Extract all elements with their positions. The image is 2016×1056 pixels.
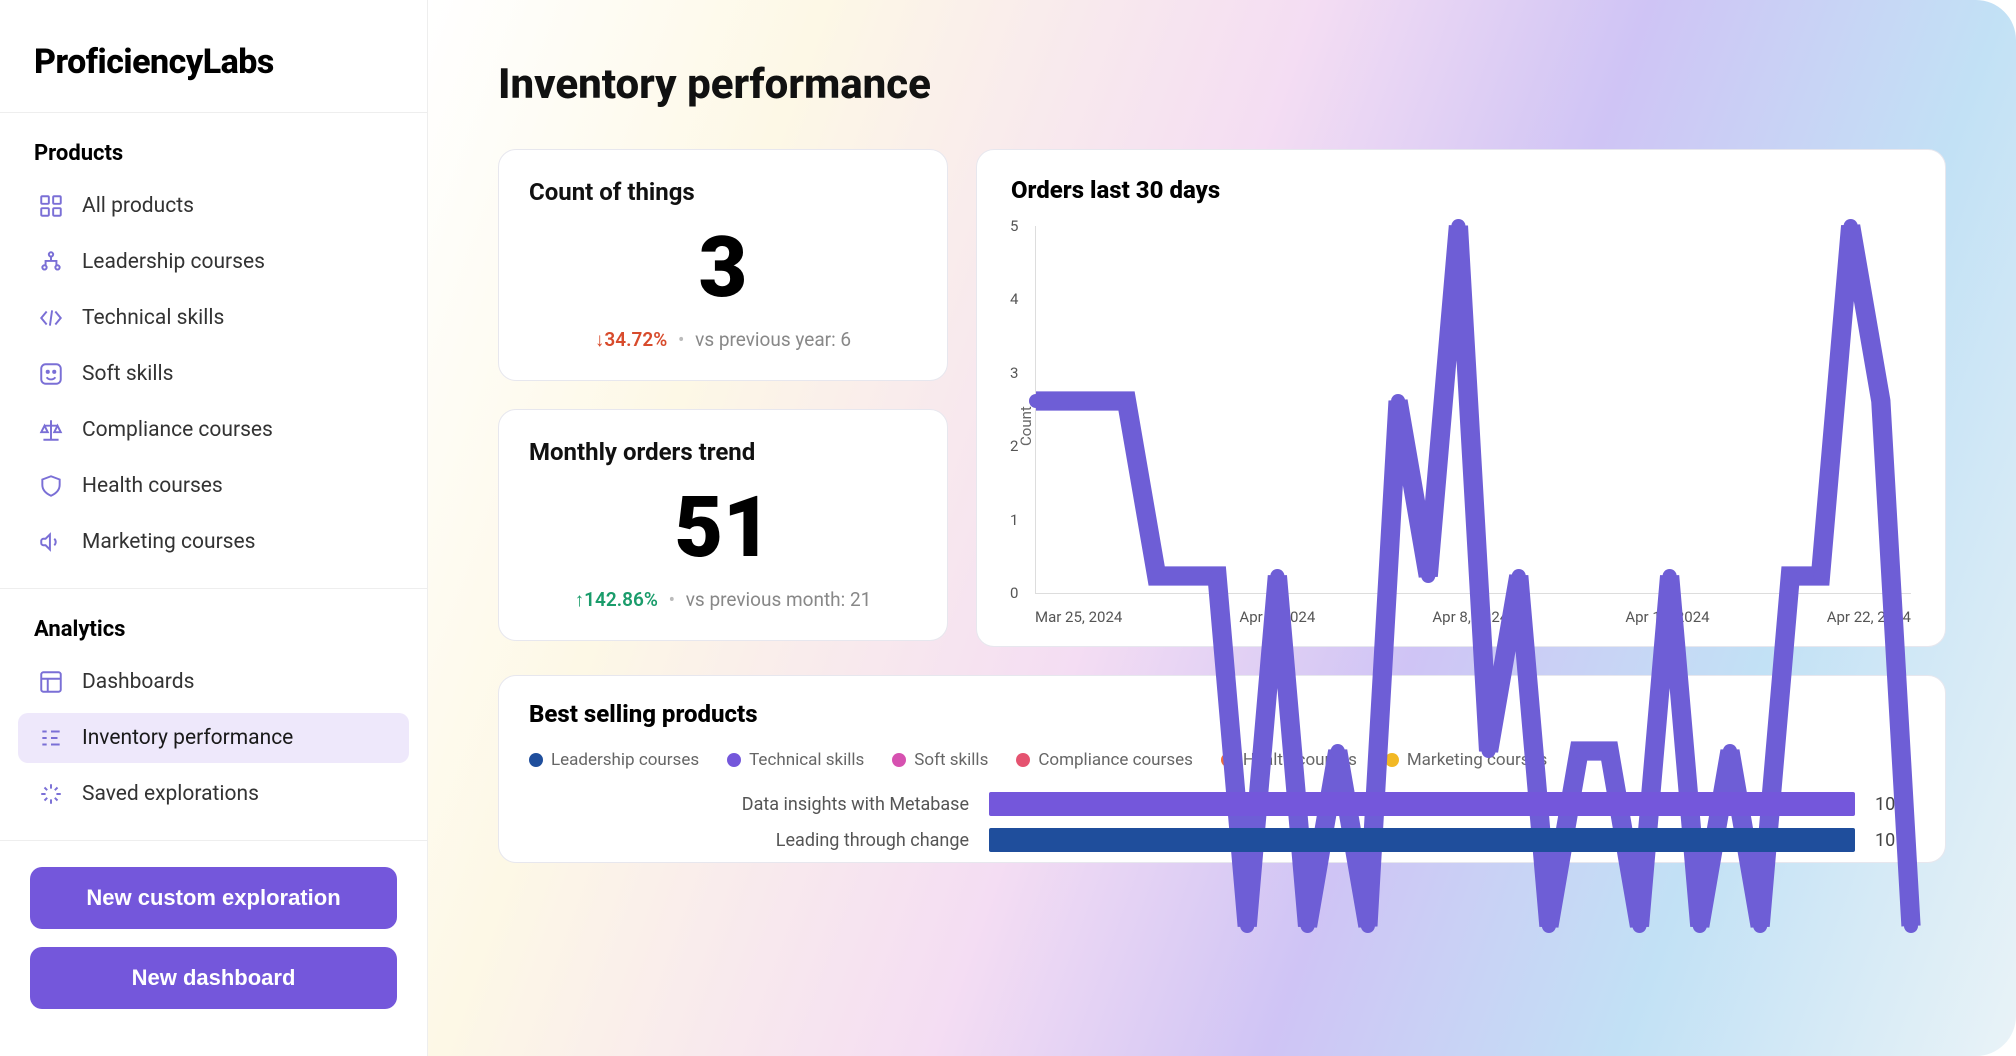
bar-value: 10 bbox=[1875, 794, 1915, 815]
megaphone-icon bbox=[36, 527, 66, 557]
y-tick: 5 bbox=[1010, 217, 1018, 235]
sidebar-item-all-products[interactable]: All products bbox=[18, 181, 409, 231]
bar-value: 10 bbox=[1875, 830, 1915, 851]
stat-title: Count of things bbox=[529, 178, 917, 206]
sidebar-item-marketing[interactable]: Marketing courses bbox=[18, 517, 409, 567]
line-points bbox=[1036, 226, 1911, 1056]
bar-track bbox=[989, 790, 1855, 818]
page-title: Inventory performance bbox=[498, 60, 1946, 109]
y-tick: 4 bbox=[1010, 290, 1018, 308]
bar-chart: Data insights with Metabase10Leading thr… bbox=[529, 790, 1915, 854]
stat-compare: vs previous month: 21 bbox=[686, 588, 872, 611]
main-content: Inventory performance Count of things 3 … bbox=[428, 0, 2016, 1056]
stat-subtext: ↑142.86% • vs previous month: 21 bbox=[529, 588, 917, 612]
app-root: ProficiencyLabs Products All products Le… bbox=[0, 0, 2016, 1056]
org-icon bbox=[36, 247, 66, 277]
arrow-up-icon: ↑ bbox=[575, 588, 585, 611]
sidebar-item-label: Compliance courses bbox=[82, 418, 273, 442]
sidebar-item-dashboards[interactable]: Dashboards bbox=[18, 657, 409, 707]
new-exploration-button[interactable]: New custom exploration bbox=[30, 867, 397, 929]
sidebar-item-inventory-performance[interactable]: Inventory performance bbox=[18, 713, 409, 763]
bar-track bbox=[989, 826, 1855, 854]
legend-item[interactable]: Soft skills bbox=[892, 750, 988, 770]
analytics-section-header: Analytics bbox=[0, 589, 427, 654]
grid-icon bbox=[36, 191, 66, 221]
bar-fill bbox=[989, 792, 1855, 816]
legend-label: Leadership courses bbox=[551, 750, 699, 770]
sidebar-item-soft-skills[interactable]: Soft skills bbox=[18, 349, 409, 399]
sidebar-item-label: Marketing courses bbox=[82, 530, 256, 554]
stat-delta: 34.72% bbox=[604, 328, 667, 351]
stat-delta: 142.86% bbox=[584, 588, 658, 611]
stat-value: 51 bbox=[529, 486, 917, 570]
bar-row: Leading through change 10 bbox=[529, 826, 1915, 854]
y-tick: 0 bbox=[1010, 584, 1018, 602]
sidebar-item-label: Leadership courses bbox=[82, 250, 265, 274]
arrow-down-icon: ↓ bbox=[595, 328, 605, 351]
sidebar-item-label: Soft skills bbox=[82, 362, 173, 386]
legend-label: Technical skills bbox=[749, 750, 864, 770]
legend-swatch bbox=[529, 753, 543, 767]
legend-swatch bbox=[1016, 753, 1030, 767]
brand-title: ProficiencyLabs bbox=[0, 28, 427, 112]
line-chart-plot: 0 1 2 3 4 5 bbox=[1035, 226, 1911, 594]
sidebar-item-leadership[interactable]: Leadership courses bbox=[18, 237, 409, 287]
sidebar-item-saved-explorations[interactable]: Saved explorations bbox=[18, 769, 409, 819]
legend-item[interactable]: Technical skills bbox=[727, 750, 864, 770]
legend-swatch bbox=[727, 753, 741, 767]
y-tick: 1 bbox=[1010, 511, 1018, 529]
stat-value: 3 bbox=[529, 226, 917, 310]
bar-label: Data insights with Metabase bbox=[529, 794, 969, 815]
scale-icon bbox=[36, 415, 66, 445]
sidebar-item-label: Dashboards bbox=[82, 670, 194, 694]
sidebar-item-label: Inventory performance bbox=[82, 726, 293, 750]
sidebar-item-technical[interactable]: Technical skills bbox=[18, 293, 409, 343]
y-tick: 2 bbox=[1010, 437, 1018, 455]
y-tick: 3 bbox=[1010, 364, 1018, 382]
stat-card-count: Count of things 3 ↓34.72% • vs previous … bbox=[498, 149, 948, 381]
layout-icon bbox=[36, 667, 66, 697]
stat-card-trend: Monthly orders trend 51 ↑142.86% • vs pr… bbox=[498, 409, 948, 641]
list-icon bbox=[36, 723, 66, 753]
sidebar-item-label: All products bbox=[82, 194, 194, 218]
bar-label: Leading through change bbox=[529, 830, 969, 851]
bar-fill bbox=[989, 828, 1855, 852]
legend-swatch bbox=[892, 753, 906, 767]
sidebar-item-label: Saved explorations bbox=[82, 782, 259, 806]
stat-compare: vs previous year: 6 bbox=[695, 328, 851, 351]
sidebar-item-label: Health courses bbox=[82, 474, 223, 498]
sidebar: ProficiencyLabs Products All products Le… bbox=[0, 0, 428, 1056]
sidebar-item-health[interactable]: Health courses bbox=[18, 461, 409, 511]
stat-title: Monthly orders trend bbox=[529, 438, 917, 466]
legend-label: Soft skills bbox=[914, 750, 988, 770]
products-section-header: Products bbox=[0, 113, 427, 178]
shield-icon bbox=[36, 471, 66, 501]
sidebar-item-compliance[interactable]: Compliance courses bbox=[18, 405, 409, 455]
code-icon bbox=[36, 303, 66, 333]
sparkle-icon bbox=[36, 779, 66, 809]
chart-title: Orders last 30 days bbox=[1011, 176, 1911, 204]
stat-subtext: ↓34.72% • vs previous year: 6 bbox=[529, 328, 917, 352]
orders-chart-card: Orders last 30 days Count 0 1 2 3 4 5 bbox=[976, 149, 1946, 647]
new-dashboard-button[interactable]: New dashboard bbox=[30, 947, 397, 1009]
sidebar-item-label: Technical skills bbox=[82, 306, 224, 330]
legend-item[interactable]: Leadership courses bbox=[529, 750, 699, 770]
bar-row: Data insights with Metabase 10 bbox=[529, 790, 1915, 818]
y-axis-label: Count bbox=[1011, 226, 1035, 626]
smile-icon bbox=[36, 359, 66, 389]
